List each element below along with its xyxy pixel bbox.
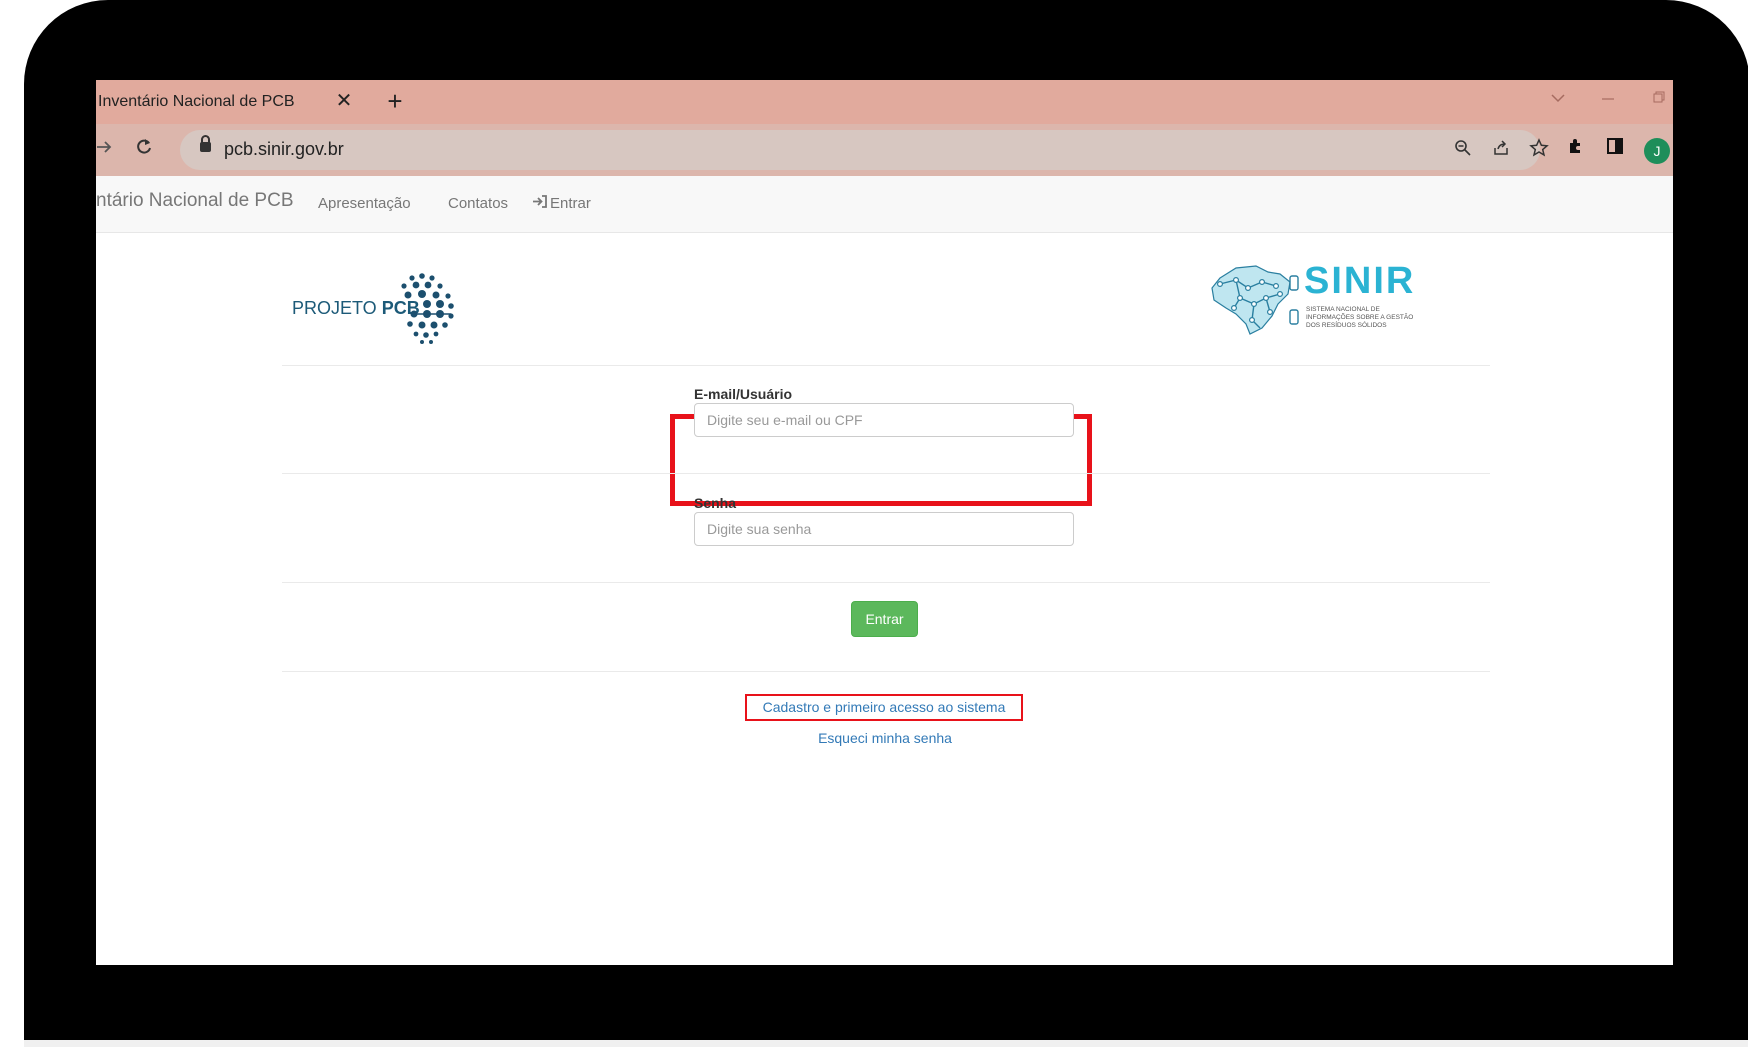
- nav-link-entrar[interactable]: Entrar: [532, 195, 591, 212]
- divider: [282, 473, 1490, 474]
- bookmark-star-icon[interactable]: [1526, 138, 1552, 164]
- sinir-wordmark: SINIR: [1304, 260, 1416, 302]
- email-input[interactable]: [694, 403, 1074, 437]
- divider: [282, 671, 1490, 672]
- extensions-icon[interactable]: [1562, 136, 1590, 164]
- zoom-icon[interactable]: [1450, 138, 1476, 164]
- bottom-strip: [24, 1040, 1748, 1047]
- brazil-map-icon: [1211, 265, 1299, 335]
- lock-icon[interactable]: [200, 135, 211, 152]
- password-input[interactable]: [694, 512, 1074, 546]
- profile-avatar[interactable]: J: [1644, 138, 1670, 164]
- browser-toolbar: pcb.sinir.gov.br J: [96, 124, 1673, 176]
- register-link[interactable]: Cadastro e primeiro acesso ao sistema: [745, 694, 1023, 721]
- divider: [282, 365, 1490, 366]
- sign-in-icon: [532, 195, 548, 212]
- tab-close-icon[interactable]: ✕: [332, 89, 356, 113]
- tab-search-icon[interactable]: [1546, 90, 1570, 108]
- nav-link-apresentacao[interactable]: Apresentação: [318, 195, 411, 212]
- tab-title: Inventário Nacional de PCB: [98, 93, 295, 110]
- sinir-logo: SINIR Sistema Nacional de Informações so…: [1206, 258, 1426, 348]
- url-text[interactable]: pcb.sinir.gov.br: [224, 139, 344, 160]
- reload-icon[interactable]: [130, 136, 158, 164]
- password-label: Senha: [694, 495, 737, 511]
- side-panel-icon[interactable]: [1601, 136, 1629, 164]
- site-navbar: ntário Nacional de PCB Apresentação Cont…: [96, 176, 1673, 233]
- nav-link-contatos[interactable]: Contatos: [448, 195, 508, 212]
- restore-icon[interactable]: [1647, 90, 1671, 109]
- browser-window: Inventário Nacional de PCB ✕ + pcb.sinir…: [96, 80, 1673, 965]
- browser-tab[interactable]: Inventário Nacional de PCB ✕: [96, 80, 366, 124]
- address-bar[interactable]: pcb.sinir.gov.br: [180, 130, 1549, 170]
- site-brand[interactable]: ntário Nacional de PCB: [96, 190, 294, 212]
- share-icon[interactable]: [1488, 138, 1514, 164]
- divider: [282, 582, 1490, 583]
- forgot-password-link[interactable]: Esqueci minha senha: [790, 728, 980, 748]
- new-tab-button[interactable]: +: [381, 88, 409, 116]
- tab-strip: Inventário Nacional de PCB ✕ +: [96, 80, 1673, 124]
- email-label: E-mail/Usuário: [694, 386, 793, 402]
- nav-link-entrar-label: Entrar: [550, 195, 591, 212]
- projeto-pcb-logo: PROJETO PCB: [292, 270, 477, 355]
- pcb-globe-icon: [401, 273, 454, 344]
- forward-icon[interactable]: [96, 136, 118, 164]
- minimize-icon[interactable]: [1596, 90, 1620, 108]
- sinir-tagline: Sistema Nacional de Informações sobre a …: [1306, 306, 1414, 329]
- login-submit-button[interactable]: Entrar: [851, 601, 918, 637]
